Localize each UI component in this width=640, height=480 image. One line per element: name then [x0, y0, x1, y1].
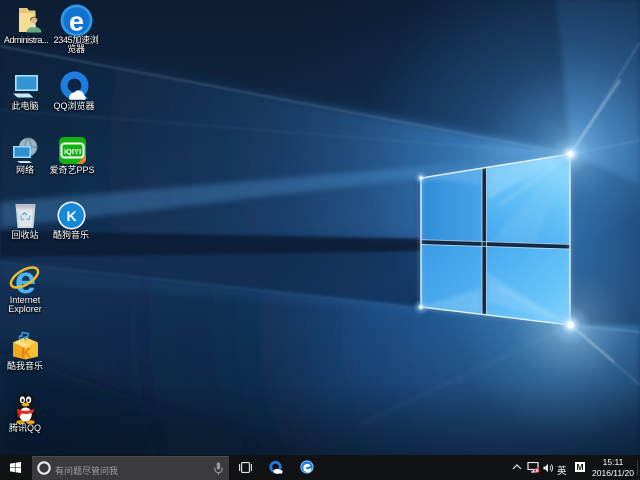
svg-text:e: e: [68, 7, 83, 37]
svg-text:K: K: [66, 208, 76, 224]
svg-text:iQIYI: iQIYI: [63, 147, 80, 156]
svg-text:K: K: [20, 345, 30, 361]
